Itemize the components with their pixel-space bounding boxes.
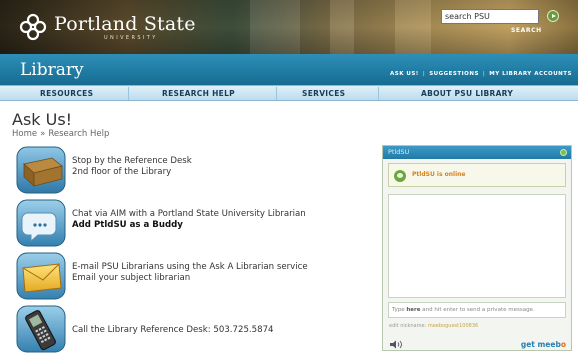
option-text: Chat via AIM with a Portland State Unive… (72, 209, 306, 231)
search-input[interactable] (441, 9, 539, 24)
university-subtitle: UNIVERSITY (104, 35, 158, 41)
meebo-chat-widget: PtldSU PtldSU is online Type here and hi… (382, 145, 572, 351)
option-line: Stop by the Reference Desk (72, 156, 192, 166)
link-my-library-accounts[interactable]: MY LIBRARY ACCOUNTS (489, 71, 572, 77)
meebo-get: get (520, 340, 538, 349)
meebo-brand-o: o (560, 340, 566, 349)
phone-icon (16, 305, 66, 353)
chat-header-title: PtldSU (388, 148, 410, 156)
option-phone: Call the Library Reference Desk: 503.725… (16, 305, 371, 353)
option-reference-desk: Stop by the Reference Desk 2nd floor of … (16, 146, 371, 194)
breadcrumb-home[interactable]: Home (12, 129, 37, 139)
link-separator: | (482, 71, 486, 77)
chat-input-hint: Type (392, 307, 407, 313)
chat-header: PtldSU (383, 146, 571, 159)
option-email: E-mail PSU Librarians using the Ask A Li… (16, 252, 371, 300)
link-suggestions[interactable]: SUGGESTIONS (429, 71, 479, 77)
chat-bubble-icon (16, 199, 66, 247)
nickname-line: edit nickname: meeboguest100836 (389, 323, 478, 329)
nav-divider (128, 87, 129, 100)
nav-divider (276, 87, 277, 100)
add-buddy-link[interactable]: Add PtldSU as a Buddy (72, 220, 306, 231)
chat-minimize-icon[interactable] (560, 149, 567, 156)
chat-status: PtldSU is online (388, 163, 566, 187)
search-label[interactable]: SEARCH (511, 27, 542, 34)
email-subject-librarian-link[interactable]: Email your subject librarian (72, 273, 308, 284)
option-line[interactable]: Chat via AIM with a Portland State Unive… (72, 209, 306, 220)
meebo-brand: meeb (537, 340, 561, 349)
option-line: 2nd floor of the Library (72, 167, 172, 177)
university-name[interactable]: Portland State (54, 13, 196, 35)
chat-status-text: PtldSU is online (412, 171, 466, 178)
option-text: Stop by the Reference Desk 2nd floor of … (72, 156, 192, 178)
main-nav: RESOURCES RESEARCH HELP SERVICES ABOUT P… (0, 85, 578, 101)
option-text: Call the Library Reference Desk: 503.725… (72, 325, 274, 336)
ask-a-librarian-link[interactable]: E-mail PSU Librarians using the Ask A Li… (72, 262, 308, 273)
online-status-icon (394, 170, 406, 182)
option-text: E-mail PSU Librarians using the Ask A Li… (72, 262, 308, 284)
page-title: Ask Us! (12, 110, 73, 129)
chat-message-input[interactable]: Type here and hit enter to send a privat… (388, 302, 566, 318)
breadcrumb: Home» Research Help (12, 129, 109, 139)
email-envelope-icon (16, 252, 66, 300)
library-utility-links: ASK US! | SUGGESTIONS | MY LIBRARY ACCOUNTS (390, 71, 572, 77)
option-line: Call the Library Reference Desk: 503.725… (72, 325, 274, 335)
library-bar: Library ASK US! | SUGGESTIONS | MY LIBRARY A… (0, 54, 578, 85)
search-go-icon[interactable] (547, 10, 559, 22)
nav-resources[interactable]: RESOURCES (40, 89, 93, 98)
chat-input-hint-bold: here (406, 307, 421, 313)
link-ask-us[interactable]: ASK US! (390, 71, 419, 77)
get-meebo-link[interactable]: get meebo (521, 340, 566, 349)
chat-message-area[interactable] (388, 194, 566, 298)
option-chat-aim: Chat via AIM with a Portland State Unive… (16, 199, 371, 247)
psu-logo-icon[interactable] (18, 12, 48, 42)
nav-about-psu-library[interactable]: ABOUT PSU LIBRARY (421, 89, 513, 98)
chat-input-hint: and hit enter to send a private message. (420, 307, 535, 313)
link-separator: | (422, 71, 426, 77)
nickname-label: edit nickname: (389, 323, 428, 329)
nav-divider (378, 87, 379, 100)
nav-research-help[interactable]: RESEARCH HELP (162, 89, 235, 98)
breadcrumb-research-help[interactable]: Research Help (48, 129, 109, 139)
library-title[interactable]: Library (20, 60, 84, 80)
nav-services[interactable]: SERVICES (302, 89, 345, 98)
breadcrumb-separator: » (40, 129, 46, 139)
sound-icon[interactable] (389, 340, 403, 349)
reference-desk-icon (16, 146, 66, 194)
header-banner: Portland State UNIVERSITY SEARCH (0, 0, 578, 54)
nickname-value[interactable]: meeboguest100836 (428, 323, 478, 329)
